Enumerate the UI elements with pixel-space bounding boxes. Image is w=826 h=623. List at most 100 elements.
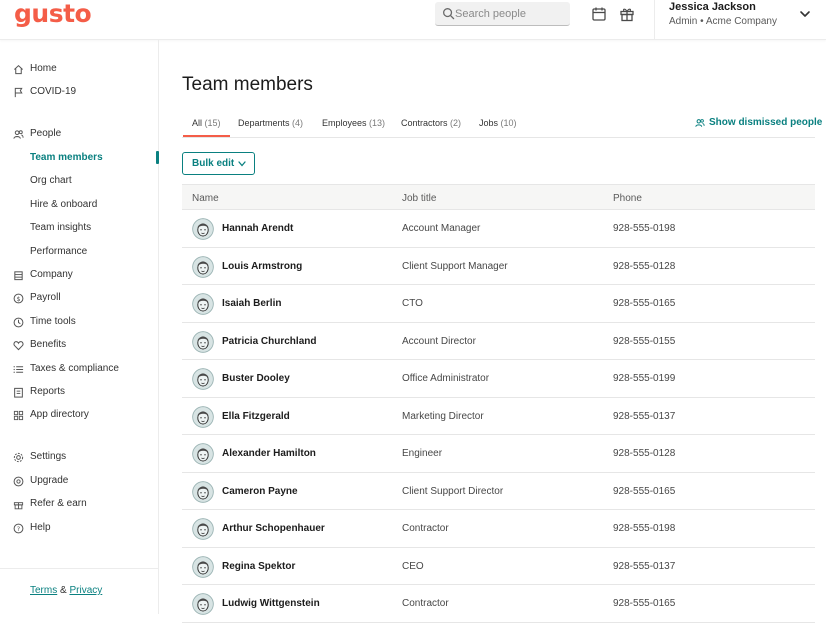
sidebar-item-label: Refer & earn (30, 498, 87, 509)
member-phone: 928-555-0165 (613, 598, 676, 609)
table-row[interactable]: Ella Fitzgerald Marketing Director 928-5… (182, 398, 815, 435)
tab-employees[interactable]: Employees (13) (322, 118, 385, 128)
sidebar-item-upgrade[interactable]: Upgrade (0, 472, 159, 492)
avatar (192, 368, 214, 390)
member-name[interactable]: Louis Armstrong (222, 261, 302, 272)
table-row[interactable]: Patricia Churchland Account Director 928… (182, 323, 815, 360)
sidebar-item-org-chart[interactable]: Org chart (0, 172, 159, 192)
table-row[interactable]: Hannah Arendt Account Manager 928-555-01… (182, 210, 815, 248)
sidebar-item-team-members[interactable]: Team members (0, 149, 159, 169)
sidebar-item-home[interactable]: Home (0, 60, 159, 80)
sidebar-item-payroll[interactable]: $ Payroll (0, 289, 159, 309)
member-job-title: Account Director (402, 335, 476, 347)
sidebar-item-people[interactable]: People (0, 125, 159, 145)
bulk-edit-label: Bulk edit (192, 158, 235, 169)
user-role[interactable]: Admin • Acme Company (669, 16, 777, 27)
chevron-down-icon (238, 161, 246, 167)
table-row[interactable]: Regina Spektor CEO 928-555-0137 (182, 548, 815, 585)
member-name[interactable]: Hannah Arendt (222, 223, 293, 234)
show-dismissed-label: Show dismissed people (709, 117, 823, 128)
terms-link[interactable]: Terms (30, 585, 57, 596)
avatar (192, 480, 214, 503)
bulk-edit-button[interactable]: Bulk edit (182, 152, 255, 175)
member-name[interactable]: Isaiah Berlin (222, 298, 281, 309)
sidebar-item-label: Reports (30, 386, 66, 397)
member-name[interactable]: Cameron Payne (222, 486, 298, 497)
home-icon (14, 64, 23, 75)
table-row[interactable]: Alexander Hamilton Engineer 928-555-0128 (182, 435, 815, 473)
sidebar-item-taxes[interactable]: Taxes & compliance (0, 360, 159, 380)
tab-label: Employees (322, 118, 367, 128)
avatar (192, 593, 214, 615)
column-header-name[interactable]: Name (192, 193, 219, 204)
member-name[interactable]: Alexander Hamilton (222, 448, 316, 459)
column-header-job-title[interactable]: Job title (402, 193, 436, 204)
table-row[interactable]: Arthur Schopenhauer Contractor 928-555-0… (182, 510, 815, 548)
search-input[interactable] (455, 5, 565, 23)
member-phone: 928-555-0198 (613, 223, 676, 234)
gusto-logo[interactable]: gusto (14, 0, 92, 28)
tab-contractors[interactable]: Contractors (2) (401, 118, 461, 128)
chevron-down-icon[interactable] (799, 8, 811, 20)
member-name[interactable]: Buster Dooley (222, 373, 290, 384)
tab-count: (10) (500, 118, 517, 128)
table-row[interactable]: Cameron Payne Client Support Director 92… (182, 473, 815, 510)
sidebar-item-label: Help (30, 522, 51, 533)
people-icon (13, 130, 24, 139)
member-name[interactable]: Regina Spektor (222, 561, 295, 572)
svg-text:$: $ (16, 295, 20, 303)
calendar-icon[interactable] (591, 6, 607, 22)
user-name[interactable]: Jessica Jackson (669, 1, 756, 13)
member-name[interactable]: Patricia Churchland (222, 336, 316, 347)
sidebar-item-benefits[interactable]: Benefits (0, 336, 159, 356)
avatar (192, 518, 214, 540)
sidebar-item-hire-onboard[interactable]: Hire & onboard (0, 196, 159, 216)
sidebar-item-performance[interactable]: Performance (0, 243, 159, 263)
page-title: Team members (182, 74, 313, 95)
tab-all[interactable]: All (15) (183, 118, 229, 137)
table-row[interactable]: Louis Armstrong Client Support Manager 9… (182, 248, 815, 285)
table-row[interactable]: Ludwig Wittgenstein Contractor 928-555-0… (182, 585, 815, 623)
sidebar-item-reports[interactable]: Reports (0, 383, 159, 403)
sidebar-item-covid[interactable]: COVID-19 (0, 83, 159, 103)
sidebar-item-help[interactable]: ? Help (0, 519, 159, 539)
tab-count: (4) (292, 118, 304, 128)
sidebar-item-refer-earn[interactable]: Refer & earn (0, 495, 159, 515)
sidebar-item-label: Time tools (30, 316, 76, 327)
table-row[interactable]: Buster Dooley Office Administrator 928-5… (182, 360, 815, 398)
member-name[interactable]: Arthur Schopenhauer (222, 523, 325, 534)
svg-text:?: ? (17, 525, 20, 533)
search-box[interactable] (435, 2, 570, 26)
sidebar-item-team-insights[interactable]: Team insights (0, 219, 159, 239)
privacy-link[interactable]: Privacy (69, 585, 102, 596)
active-indicator (156, 151, 159, 164)
sidebar-item-company[interactable]: Company (0, 266, 159, 286)
column-header-phone[interactable]: Phone (613, 193, 642, 204)
gift-icon[interactable] (619, 6, 635, 22)
tab-departments[interactable]: Departments (4) (238, 118, 303, 128)
tab-label: Departments (238, 118, 290, 128)
sidebar-item-time-tools[interactable]: Time tools (0, 313, 159, 333)
sidebar-item-app-directory[interactable]: App directory (0, 406, 159, 426)
member-phone: 928-555-0165 (613, 485, 676, 497)
dollar-icon: $ (13, 293, 24, 304)
sidebar-item-settings[interactable]: Settings (0, 448, 159, 468)
tab-jobs[interactable]: Jobs (10) (479, 118, 517, 128)
clock-icon (13, 317, 24, 328)
table-body: Hannah Arendt Account Manager 928-555-01… (182, 210, 815, 623)
member-phone: 928-555-0155 (613, 335, 676, 347)
sidebar-item-label: Taxes & compliance (30, 363, 119, 374)
member-job-title: Client Support Manager (402, 260, 508, 272)
sidebar-item-label: COVID-19 (30, 86, 77, 97)
sidebar-item-label: Hire & onboard (30, 199, 98, 210)
footer-separator: & (60, 585, 67, 596)
header-divider (654, 0, 655, 40)
sidebar-item-label: Org chart (30, 175, 72, 186)
member-name[interactable]: Ludwig Wittgenstein (222, 598, 320, 609)
avatar (192, 443, 214, 465)
member-name[interactable]: Ella Fitzgerald (222, 411, 290, 422)
table-row[interactable]: Isaiah Berlin CTO 928-555-0165 (182, 285, 815, 323)
footer-links: Terms & Privacy (30, 585, 102, 596)
avatar (192, 405, 214, 428)
tab-label: Contractors (401, 118, 448, 128)
